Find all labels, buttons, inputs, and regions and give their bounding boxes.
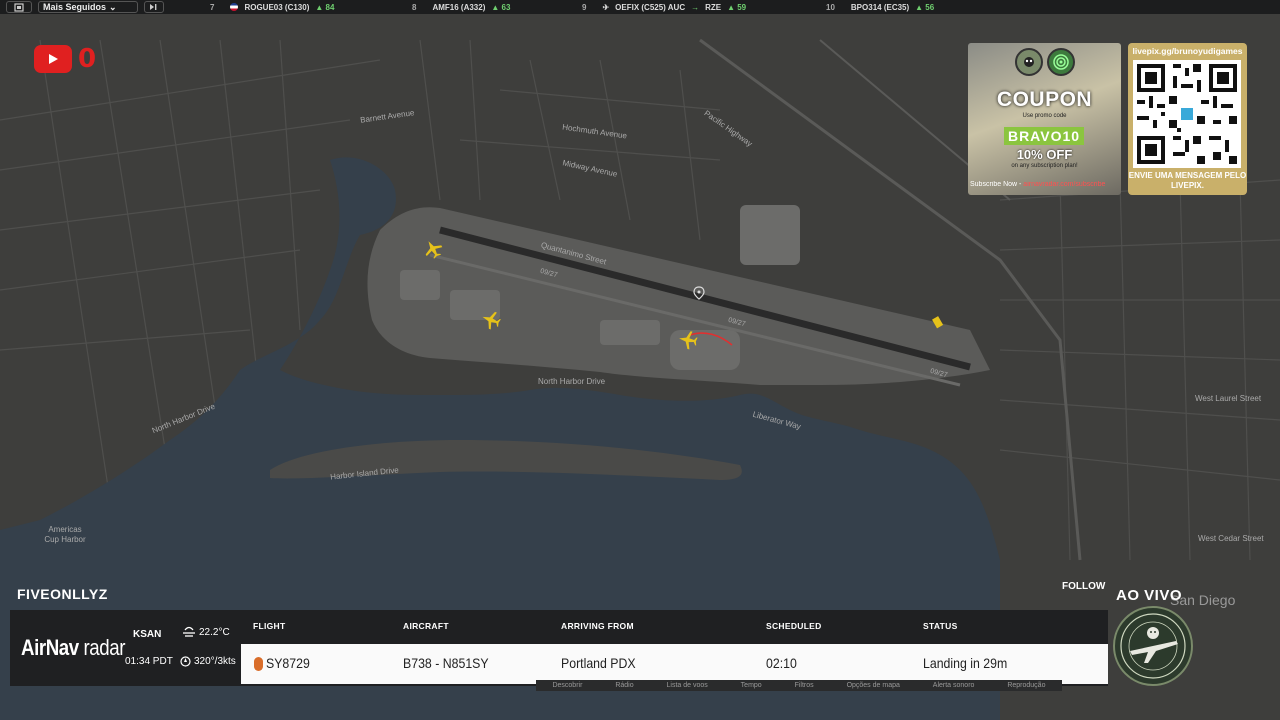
window-icon [14, 2, 24, 12]
map-label: West Laurel Street [1195, 394, 1262, 403]
plane-icon: ✈ [602, 2, 610, 12]
callsign: AMF16 (A332) [432, 2, 486, 12]
coupon-description: on any subscription plan! [1011, 163, 1078, 169]
header-scheduled: SCHEDULED [766, 621, 822, 631]
flight-number: SY8729 [266, 655, 310, 671]
radar-logo-icon [1047, 48, 1075, 76]
window-button[interactable] [6, 1, 32, 13]
coupon-discount: 10% OFF [1016, 147, 1073, 162]
toolbar-playback[interactable]: Reprodução [1007, 682, 1045, 689]
coupon-footer: Subscribe Now - airnavradar.com/subscrib… [970, 181, 1119, 188]
skip-icon [150, 4, 157, 10]
score: ▲ 56 [915, 2, 935, 12]
rank: 7 [210, 2, 215, 12]
youtube-count: 0 [78, 44, 97, 74]
flight-panel: AirNav radar KSAN 01:34 PDT 22.2°C 320°/… [10, 610, 1108, 686]
streamer-name: FIVEONLLYZ [17, 586, 108, 602]
header-aircraft: AIRCRAFT [403, 621, 449, 631]
chevron-down-icon: ⌄ [109, 1, 117, 12]
coupon-link[interactable]: airnavradar.com/subscribe [1023, 181, 1105, 188]
wind-value: 320°/3kts [194, 656, 236, 667]
toolbar-flight-list[interactable]: Lista de voos [667, 682, 708, 689]
aircraft-type: B738 - N851SY [403, 655, 489, 671]
destination: RZE [705, 2, 722, 12]
toolbar-weather[interactable]: Tempo [741, 682, 762, 689]
coupon-footer-prefix: Subscribe Now - [970, 181, 1024, 188]
rank: 9 [582, 2, 587, 12]
header-status: STATUS [923, 621, 958, 631]
top-flight-8[interactable]: 8 AMF16 (A332) ▲ 63 [412, 0, 510, 14]
youtube-icon [34, 45, 72, 73]
coupon-logos [1015, 48, 1075, 76]
toolbar-discover[interactable]: Descobrir [552, 682, 582, 689]
origin: Portland PDX [561, 655, 636, 671]
score: ▲ 63 [491, 2, 511, 12]
coupon-card[interactable]: COUPON Use promo code BRAVO10 10% OFF on… [968, 43, 1121, 195]
wind: 320°/3kts [180, 656, 236, 667]
top-flight-10[interactable]: 10 BPO314 (EC35) ▲ 56 [826, 0, 934, 14]
score: ▲ 84 [315, 2, 335, 12]
rank: 8 [412, 2, 417, 12]
map-label: North Harbor Drive [538, 377, 606, 386]
flight-row[interactable]: SY8729 B738 - N851SY Portland PDX 02:10 … [241, 644, 1108, 684]
callsign: OEFIX (C525) AUC [615, 2, 686, 12]
map-label: West Cedar Street [1198, 534, 1264, 543]
coupon-subtitle: Use promo code [1022, 113, 1067, 119]
channel-badge-logo [1113, 606, 1193, 686]
live-label: AO VIVO [1116, 587, 1183, 604]
temperature-value: 22.2°C [199, 626, 230, 638]
top-flight-7[interactable]: 7 ROGUE03 (C130) ▲ 84 [210, 0, 334, 14]
airport-info: AirNav radar KSAN 01:34 PDT 22.2°C 320°/… [10, 610, 241, 686]
airnav-logo: AirNav radar [21, 635, 126, 660]
weather-icon [183, 626, 195, 637]
flag-icon [230, 3, 239, 11]
toolbar-filters[interactable]: Filtros [795, 682, 814, 689]
header-arriving-from: ARRIVING FROM [561, 621, 634, 631]
toolbar-sound-alert[interactable]: Alerta sonoro [933, 682, 975, 689]
following-dropdown-label: Mais Seguidos [43, 2, 107, 12]
mask-logo-icon [1015, 48, 1043, 76]
screen: { "topbar": { "menu_label": "Mais Seguid… [0, 0, 1280, 720]
badge-emblem-icon [1120, 613, 1186, 679]
callsign: BPO314 (EC35) [850, 2, 910, 12]
livepix-card[interactable]: livepix.gg/brunoyudigames ENVIE UMA MENS… [1128, 43, 1247, 195]
following-dropdown[interactable]: Mais Seguidos ⌄ [38, 1, 138, 13]
arrow-icon: → [691, 2, 700, 12]
map-label: Americas Cup Harbor [44, 525, 86, 544]
coupon-code[interactable]: BRAVO10 [1004, 127, 1084, 145]
rank: 10 [826, 2, 835, 12]
toolbar-radio[interactable]: Rádio [615, 682, 633, 689]
wind-icon [180, 656, 191, 667]
airport-code: KSAN [133, 629, 162, 640]
header-flight: FLIGHT [253, 621, 286, 631]
airline-logo-icon [254, 657, 263, 671]
top-flight-9[interactable]: 9 ✈ OEFIX (C525) AUC → RZE ▲ 59 [582, 0, 746, 14]
flight-status: Landing in 29m [923, 655, 1008, 671]
score: ▲ 59 [727, 2, 747, 12]
temperature: 22.2°C [182, 626, 230, 638]
coupon-title: COUPON [996, 88, 1093, 111]
livepix-message: ENVIE UMA MENSAGEM PELO LIVEPIX. [1128, 171, 1247, 190]
play-button[interactable] [144, 1, 164, 13]
livepix-url[interactable]: livepix.gg/brunoyudigames [1128, 46, 1247, 56]
local-time: 01:34 PDT [125, 656, 173, 667]
scheduled-time: 02:10 [766, 655, 797, 671]
youtube-widget[interactable]: 0 [34, 44, 96, 74]
follow-label[interactable]: FOLLOW [1062, 581, 1105, 592]
toolbar-map-options[interactable]: Opções de mapa [847, 682, 900, 689]
map-toolbar: Descobrir Rádio Lista de voos Tempo Filt… [536, 680, 1062, 691]
top-bar: Mais Seguidos ⌄ 7 ROGUE03 (C130) ▲ 84 8 … [0, 0, 1280, 14]
callsign: ROGUE03 (C130) [244, 2, 310, 12]
qr-code-icon[interactable] [1133, 60, 1241, 168]
